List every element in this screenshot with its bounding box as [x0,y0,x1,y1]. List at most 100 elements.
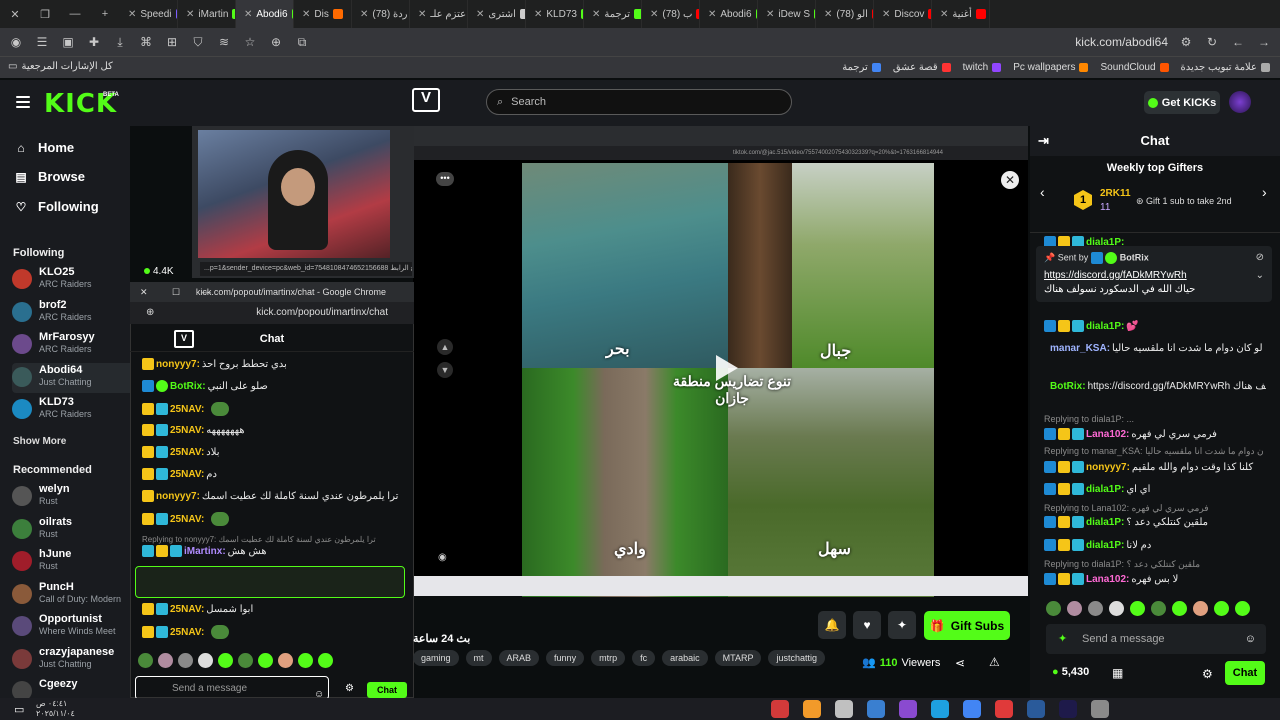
chat-username[interactable]: BotRix: [1050,381,1086,392]
emote-icon[interactable] [1067,601,1082,616]
emote-icon[interactable] [218,653,233,668]
back-icon[interactable]: ← [1230,34,1246,50]
emote-icon[interactable] [1235,601,1250,616]
tab-close-icon[interactable]: ✕ [302,9,310,20]
stream-tag[interactable]: arabaic [662,650,708,666]
reload-icon[interactable]: ↻ [1204,34,1220,50]
translate-icon[interactable]: ⊞ [164,34,180,50]
more-options-icon[interactable]: ••• [436,172,454,186]
sparkle-icon[interactable]: ✦ [888,611,916,639]
emote-icon[interactable] [1130,601,1145,616]
stream-tag[interactable]: MTARP [714,650,762,666]
nav-browse[interactable]: ▤ Browse [14,169,85,184]
popout-settings-icon[interactable]: ⚙ [345,683,354,694]
chat-username[interactable]: iMartinx: [184,546,226,557]
new-tab-icon[interactable]: + [90,8,120,20]
browser-tab[interactable]: ✕ ترجمة [584,0,642,28]
popout-url[interactable]: kick.com/popout/imartinx/chat [256,307,388,318]
tab-search-icon[interactable]: ☰ [34,34,50,50]
chevron-down-icon[interactable]: ▼ [437,362,453,378]
window-close-icon[interactable]: ✕ [0,8,30,21]
browser-tab[interactable]: ✕ اشترى [468,0,526,28]
chat-message-input[interactable]: Send a message ✦ ☺ [1046,624,1266,654]
emote-icon[interactable] [1046,601,1061,616]
popout-maximize-icon[interactable]: ☐ [172,282,180,302]
popout-send-button[interactable]: Chat [367,682,407,698]
profile-icon[interactable]: ◉ [8,34,24,50]
sidebar-channel[interactable]: oilrats Rust [12,515,130,545]
sidebar-channel[interactable]: hJune Rust [12,547,130,577]
nav-home[interactable]: ⌂ Home [14,140,74,155]
sidebar-channel[interactable]: PuncH Call of Duty: Modern [12,580,130,610]
emoji-icon[interactable]: ☺ [1245,624,1256,654]
emote-icon[interactable] [1109,601,1124,616]
taskbar-app-icon[interactable] [803,700,822,718]
chat-settings-icon[interactable]: ⚙ [1202,667,1213,681]
download-icon[interactable]: ⤓ [112,34,128,50]
bookmark-item[interactable]: علامة تبويب جديدة [1181,62,1270,73]
stream-tag[interactable]: justchattig [768,650,825,666]
chat-username[interactable]: 25NAV: [170,604,204,615]
stream-tag[interactable]: ARAB [498,650,540,666]
stream-tag[interactable]: mtrp [591,650,626,666]
tab-close-icon[interactable]: ✕ [418,9,426,20]
nav-following[interactable]: ♡ Following [14,199,99,214]
stream-tag[interactable]: fc [632,650,656,666]
store-icon[interactable]: ▦ [1112,666,1123,680]
taskbar-app-icon[interactable] [899,700,918,718]
all-bookmarks[interactable]: ▭ كل الإشارات المرجعية [8,61,113,72]
tab-close-icon[interactable]: ✕ [592,9,600,20]
taskbar-app-icon[interactable] [1091,700,1110,718]
chevron-up-icon[interactable]: ▲ [437,339,453,355]
chat-username[interactable]: diala1P: [1086,321,1124,332]
chat-username[interactable]: nonyyy7: [1086,462,1130,473]
taskbar-app-icon[interactable] [835,700,854,718]
browser-tab[interactable]: ✕ iMartin [178,0,236,28]
channel-points[interactable]: ● 5,430 [1052,666,1089,678]
emote-icon[interactable] [238,653,253,668]
hamburger-menu-icon[interactable] [16,96,30,108]
browser-tab[interactable]: ✕ Speedi [120,0,178,28]
emote-icon[interactable] [138,653,153,668]
emote-icon[interactable] [318,653,333,668]
forward-icon[interactable]: → [1256,34,1272,50]
popout-minimize-icon[interactable]: — [202,282,211,302]
browser-tab[interactable]: ✕ (78) ب [642,0,700,28]
zoom-icon[interactable]: ⊕ [268,34,284,50]
tab-close-icon[interactable]: ✕ [824,9,832,20]
emote-icon[interactable] [1151,601,1166,616]
cast-icon[interactable]: ⧉ [294,34,310,50]
browser-tab[interactable]: ✕ Dis [294,0,352,28]
bookmark-item[interactable]: SoundCloud [1100,62,1169,73]
browser-tab[interactable]: ✕ Abodi6 [236,0,294,28]
emote-icon[interactable] [178,653,193,668]
tab-close-icon[interactable]: ✕ [534,9,542,20]
report-icon[interactable]: ⚠ [989,655,1000,669]
taskbar-app-icon[interactable] [867,700,886,718]
notification-bell-icon[interactable]: 🔔 [818,611,846,639]
sidebar-channel[interactable]: Opportunist Where Winds Meet [12,612,130,642]
chat-username[interactable]: Lana102: [1086,574,1129,585]
taskbar-app-icon[interactable] [931,700,950,718]
chat-username[interactable]: Lana102: [1086,429,1129,440]
site-settings-icon[interactable]: ⚙ [1178,34,1194,50]
emote-icon[interactable] [298,653,313,668]
tab-close-icon[interactable]: ✕ [650,9,658,20]
emote-icon[interactable] [278,653,293,668]
tab-close-icon[interactable]: ✕ [186,9,194,20]
gift-subs-button[interactable]: 🎁 Gift Subs [924,611,1010,640]
browser-tab[interactable]: ✕ (78) الو [816,0,874,28]
chat-username[interactable]: diala1P: [1086,517,1124,528]
wave-icon[interactable]: ≋ [216,34,232,50]
chat-username[interactable]: nonyyy7: [156,359,200,370]
emote-icon[interactable] [158,653,173,668]
puzzle-icon[interactable]: ⌘ [138,34,154,50]
chat-username[interactable]: 25NAV: [170,627,204,638]
bookmark-item[interactable]: Pc wallpapers [1013,62,1089,73]
bookmark-item[interactable]: قصة عشق [893,62,951,73]
sidebar-channel[interactable]: crazyjapanese Just Chatting [12,645,130,675]
bookmark-item[interactable]: twitch [963,62,1002,73]
chat-username[interactable]: nonyyy7: [156,491,200,502]
extension-icon[interactable]: ✚ [86,34,102,50]
popout-message-input[interactable]: Send a message ☺ [135,676,329,700]
